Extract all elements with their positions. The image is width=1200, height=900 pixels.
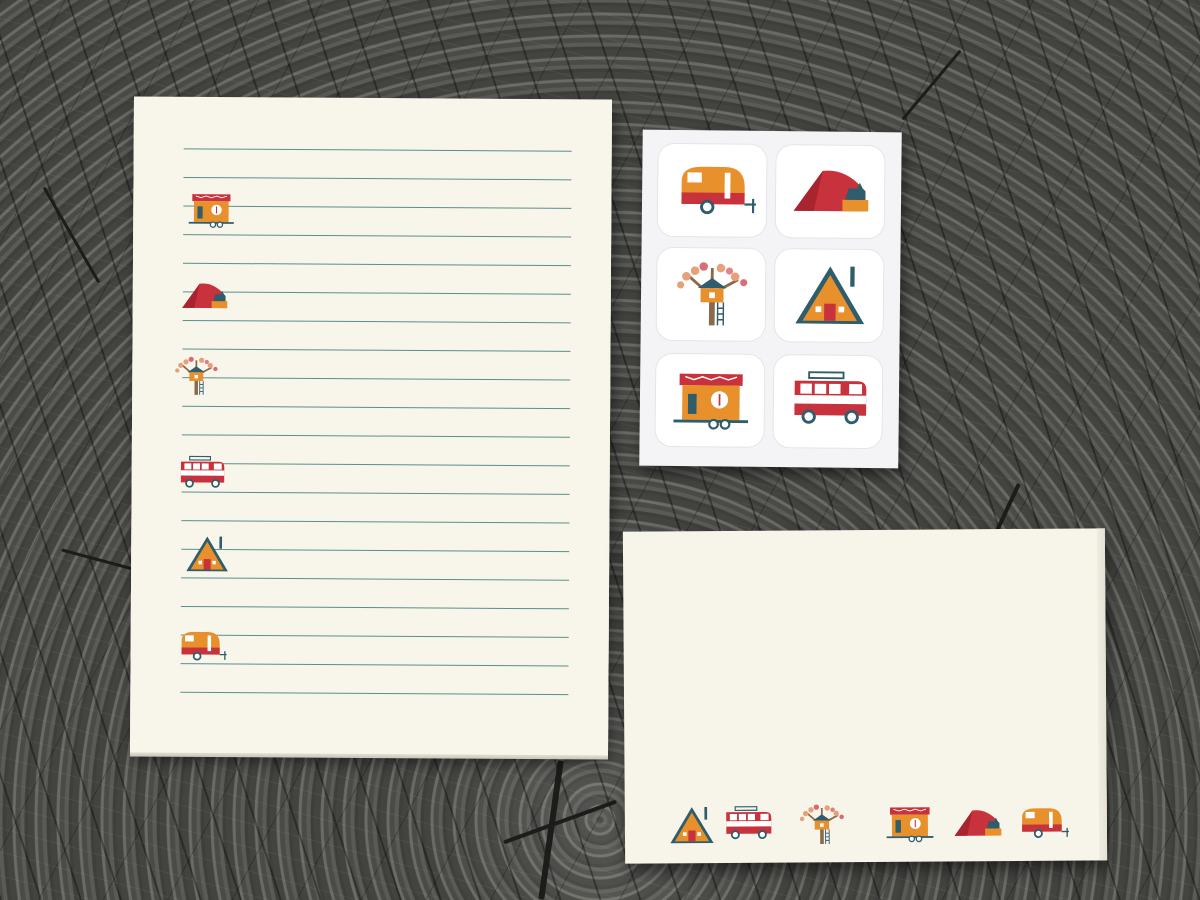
sticker[interactable] — [657, 143, 767, 237]
tiny-house-icon — [886, 807, 934, 843]
treehouse-icon — [175, 356, 218, 395]
sticker[interactable] — [775, 145, 885, 239]
ruled-line — [182, 291, 571, 295]
tiny-house-icon — [673, 373, 748, 430]
ruled-line — [181, 491, 570, 495]
ruled-line — [180, 663, 569, 667]
wood-crack — [901, 49, 962, 121]
trailer-icon — [681, 166, 756, 215]
a-frame-icon — [186, 536, 228, 572]
camper-van-icon — [726, 806, 772, 840]
sticker-grid — [643, 130, 902, 449]
ruled-line — [182, 262, 571, 267]
tiny-house-icon — [188, 194, 234, 228]
wood-surface — [0, 0, 1200, 900]
camper-van-icon — [794, 371, 867, 425]
ruled-line — [183, 148, 572, 152]
ruled-line — [181, 577, 570, 581]
ruled-line — [180, 634, 569, 638]
ruled-line — [183, 205, 572, 209]
tent-icon — [182, 283, 228, 309]
ruled-line — [182, 405, 571, 410]
trailer-icon — [181, 631, 227, 661]
sticker[interactable] — [774, 249, 884, 343]
sticker[interactable] — [655, 353, 765, 447]
ruled-line — [182, 348, 571, 352]
ruled-line — [180, 605, 569, 610]
treehouse-icon — [799, 804, 844, 845]
wood-crack — [502, 799, 618, 845]
lined-notepad — [130, 96, 612, 756]
ruled-line — [183, 234, 572, 238]
ruled-line — [181, 434, 570, 438]
wood-crack — [42, 186, 101, 284]
tent-icon — [793, 170, 869, 212]
ruled-line — [181, 520, 570, 524]
ruled-line — [181, 462, 570, 467]
envelope-icons — [623, 528, 1105, 845]
ruled-line — [182, 377, 571, 381]
sticker[interactable] — [773, 355, 883, 449]
tent-icon — [954, 810, 1002, 836]
treehouse-icon — [677, 262, 748, 326]
sticker-sheet — [639, 129, 902, 469]
ruled-line — [181, 548, 570, 553]
ruled-line — [183, 176, 572, 181]
envelope — [622, 528, 1108, 864]
ruled-line — [180, 691, 569, 696]
camper-van-icon — [180, 455, 225, 488]
ruled-line — [182, 319, 571, 324]
sticker[interactable] — [656, 247, 766, 341]
a-frame-icon — [795, 266, 865, 325]
a-frame-icon — [670, 807, 714, 844]
trailer-icon — [1022, 808, 1069, 838]
